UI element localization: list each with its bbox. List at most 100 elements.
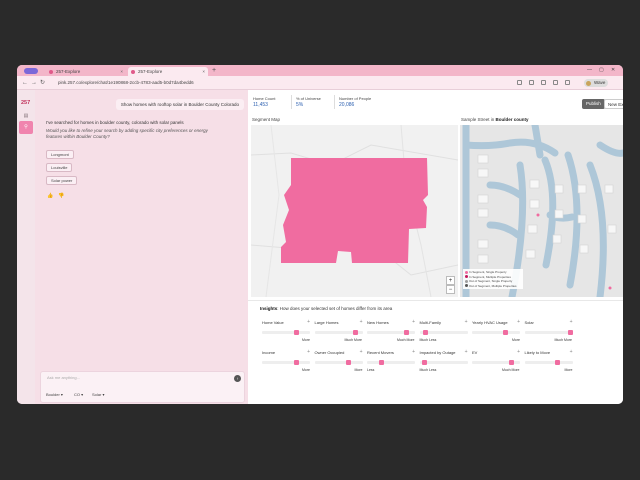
app-logo[interactable]: 257	[21, 99, 31, 107]
browser-tab[interactable]: 257-Explore ×	[46, 67, 126, 76]
add-insight-icon[interactable]: +	[570, 349, 573, 355]
stat-universe: % of Universe 5%	[296, 96, 321, 108]
tab-close-icon[interactable]: ×	[120, 67, 123, 76]
tab-close-icon[interactable]: ×	[202, 67, 205, 76]
insight-card[interactable]: New Homes + Much More	[367, 319, 415, 348]
maximize-icon[interactable]: ▢	[599, 66, 604, 75]
insight-marker	[421, 360, 427, 365]
browser-window: 257-Explore × 257-Explore × + — ▢ ✕ ← → …	[17, 65, 623, 404]
extension-icon[interactable]	[529, 80, 534, 85]
add-insight-icon[interactable]: +	[412, 349, 415, 355]
insights-title-rest: : How does your selected set of homes di…	[277, 306, 393, 311]
insight-card[interactable]: Home Value + More	[262, 319, 310, 348]
history-icon[interactable]: ▤	[23, 113, 29, 119]
extension-icon[interactable]	[553, 80, 558, 85]
legend-label: Out of Segment, Multiple Properties	[469, 283, 517, 288]
insight-name: Income	[262, 350, 276, 355]
insight-card[interactable]: Impacted by Outage + Much Less	[419, 349, 468, 378]
profile-button[interactable]: Wave	[584, 79, 609, 87]
stat-value: 5%	[296, 102, 304, 108]
insight-card[interactable]: Multi-Family + Much Less	[419, 319, 468, 348]
divider	[334, 95, 335, 109]
add-insight-icon[interactable]: +	[307, 319, 310, 325]
filter-select[interactable]: Solar ▾	[89, 391, 107, 398]
assistant-followup: Would you like to refine your search by …	[46, 128, 208, 139]
insight-name: Recent Movers	[367, 350, 394, 355]
insight-caption: More	[564, 368, 573, 372]
suggestion-chip[interactable]: Longmont	[46, 150, 74, 159]
insight-name: Large Homes	[314, 320, 339, 325]
add-insight-icon[interactable]: +	[570, 319, 573, 325]
segment-map[interactable]: + −	[251, 125, 458, 297]
insight-card[interactable]: Likely to Move + More	[524, 349, 573, 378]
insight-name: Solar	[524, 320, 534, 325]
insight-name: Likely to Move	[524, 350, 551, 355]
add-insight-icon[interactable]: +	[517, 319, 520, 325]
location-select[interactable]: Boulder ▾	[43, 391, 66, 398]
insight-card[interactable]: Solar + Much More	[524, 319, 573, 348]
legend-swatch	[465, 275, 468, 279]
insight-card[interactable]: Owner Occupied + More	[314, 349, 363, 378]
insight-caption: More	[354, 368, 363, 372]
add-insight-icon[interactable]: +	[517, 349, 520, 355]
insight-name: Yearly HVAC Usage	[472, 320, 508, 325]
send-button[interactable]: ↑	[234, 375, 241, 382]
county-region[interactable]	[281, 158, 428, 263]
insight-bar	[262, 331, 310, 334]
user-message: Show homes with rooftop solar in Boulder…	[115, 99, 244, 110]
thumbs-up-icon[interactable]: 👍	[47, 193, 53, 199]
add-insight-icon[interactable]: +	[412, 319, 415, 325]
insight-marker	[294, 330, 300, 335]
address-bar: ← → ↻ pink.257.co/explore/chat/1e190868-…	[17, 76, 623, 90]
insight-card[interactable]: EV + Much More	[472, 349, 520, 378]
map-canvas	[251, 125, 458, 297]
extension-icon[interactable]	[565, 80, 570, 85]
legend-label: Out of Segment, Single Property	[469, 279, 513, 283]
close-window-icon[interactable]: ✕	[611, 66, 615, 75]
new-explore-button[interactable]: New Explore	[604, 99, 623, 109]
tab-title: 257-Explore	[56, 69, 81, 74]
insight-card[interactable]: Income + More	[262, 349, 310, 378]
insight-name: Multi-Family	[419, 320, 442, 325]
chat-input[interactable]: Ask me anything... ↑ Boulder ▾ CO ▾ Sola…	[40, 371, 245, 403]
add-insight-icon[interactable]: +	[465, 319, 468, 325]
insight-card[interactable]: Yearly HVAC Usage + More	[472, 319, 520, 348]
stat-value: 20,086	[339, 102, 355, 108]
extension-icon[interactable]	[517, 80, 522, 85]
extension-icon[interactable]	[541, 80, 546, 85]
minimize-icon[interactable]: —	[587, 66, 592, 75]
thumbs-down-icon[interactable]: 👎	[58, 193, 64, 199]
insight-marker	[503, 330, 509, 335]
profile-icon[interactable]	[24, 68, 38, 74]
zoom-out-button[interactable]: −	[446, 285, 455, 294]
suggestion-chip[interactable]: Solar power	[46, 176, 78, 185]
reload-icon[interactable]: ↻	[40, 79, 45, 87]
insight-marker	[422, 330, 428, 335]
new-tab-button[interactable]: +	[212, 66, 216, 75]
stat-home-count: Home Count 11,453	[253, 96, 275, 108]
insight-card[interactable]: Recent Movers + Less	[367, 349, 415, 378]
browser-tab-active[interactable]: 257-Explore ×	[128, 67, 208, 76]
insight-caption: Much More	[502, 368, 520, 372]
add-insight-icon[interactable]: +	[307, 349, 310, 355]
insight-name: New Homes	[367, 320, 389, 325]
add-insight-icon[interactable]: +	[465, 349, 468, 355]
forward-icon[interactable]: →	[31, 79, 37, 87]
insight-card[interactable]: Large Homes + Much More	[314, 319, 363, 348]
state-select[interactable]: CO ▾	[71, 391, 86, 398]
add-insight-icon[interactable]: +	[360, 349, 363, 355]
add-insight-icon[interactable]: +	[360, 319, 363, 325]
publish-button[interactable]: Publish	[582, 99, 605, 109]
zoom-in-button[interactable]: +	[446, 276, 455, 285]
legend-swatch	[465, 270, 468, 274]
insight-marker	[345, 360, 351, 365]
legend-label: In Segment, Multiple Properties	[469, 274, 511, 279]
map-legend: In Segment, Single Property In Segment, …	[463, 269, 523, 289]
url-field[interactable]: pink.257.co/explore/chat/1e190868-2ccb-4…	[51, 79, 471, 87]
stat-label: Home Count	[253, 96, 276, 101]
insight-caption: Much More	[344, 338, 363, 342]
insight-caption: Less	[367, 368, 375, 372]
suggestion-chip[interactable]: Louisville	[46, 163, 73, 172]
back-icon[interactable]: ←	[22, 79, 28, 87]
insight-bar	[367, 361, 415, 364]
